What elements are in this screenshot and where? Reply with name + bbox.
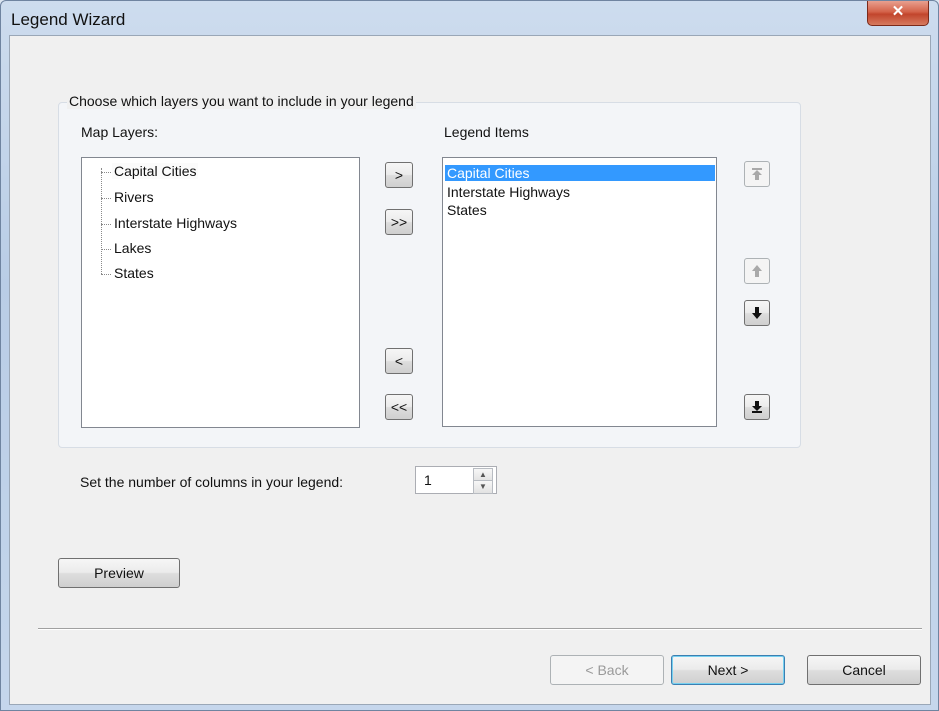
map-layers-label: Map Layers: [81,124,159,140]
map-layer-item[interactable]: Rivers [114,189,154,205]
map-layer-item[interactable]: Interstate Highways [114,215,237,231]
tree-connector [101,168,102,274]
layer-selection-group: Choose which layers you want to include … [58,93,801,448]
next-button[interactable]: Next > [671,655,785,685]
chevron-down-icon: ▼ [479,482,487,491]
columns-spinner[interactable]: 1 ▲ ▼ [415,466,497,494]
tree-connector [101,172,111,173]
map-layer-item[interactable]: Lakes [114,240,151,256]
close-button[interactable]: ✕ [867,1,929,26]
map-layer-label: Capital Cities [112,163,199,179]
move-to-bottom-icon [752,401,762,413]
move-to-top-button[interactable] [744,161,770,187]
move-up-button[interactable] [744,258,770,284]
move-up-icon [752,265,762,277]
group-title: Choose which layers you want to include … [67,93,416,109]
footer-separator [38,628,922,630]
move-to-top-icon [752,168,762,180]
add-all-layers-button[interactable]: >> [385,209,413,235]
map-layers-list[interactable]: Capital Cities Rivers Interstate Highway… [81,157,360,428]
add-layer-button[interactable]: > [385,162,413,188]
move-down-button[interactable] [744,300,770,326]
remove-all-layers-button[interactable]: << [385,394,413,420]
tree-connector [101,224,111,225]
columns-label: Set the number of columns in your legend… [80,474,344,490]
close-icon: ✕ [891,3,905,20]
preview-button[interactable]: Preview [58,558,180,588]
dialog-body: Choose which layers you want to include … [9,35,931,705]
tree-connector [101,198,111,199]
columns-value: 1 [424,472,432,488]
cancel-button[interactable]: Cancel [807,655,921,685]
remove-layer-button[interactable]: < [385,348,413,374]
legend-item[interactable]: Interstate Highways [447,184,570,200]
legend-wizard-window: Legend Wizard ✕ Choose which layers you … [0,0,939,711]
chevron-up-icon: ▲ [479,470,487,479]
spin-down-button[interactable]: ▼ [473,480,493,494]
window-title: Legend Wizard [11,10,126,29]
tree-connector [101,249,111,250]
map-layer-item[interactable]: Capital Cities [112,163,199,179]
legend-item[interactable]: Capital Cities [445,165,715,181]
tree-connector [101,274,111,275]
legend-items-label: Legend Items [444,124,529,140]
title-bar[interactable]: Legend Wizard ✕ [1,1,938,37]
move-to-bottom-button[interactable] [744,394,770,420]
back-button[interactable]: < Back [550,655,664,685]
legend-items-list[interactable]: Capital Cities Interstate Highways State… [442,157,717,427]
legend-item[interactable]: States [447,202,487,218]
move-down-icon [752,307,762,319]
map-layer-item[interactable]: States [114,265,154,281]
